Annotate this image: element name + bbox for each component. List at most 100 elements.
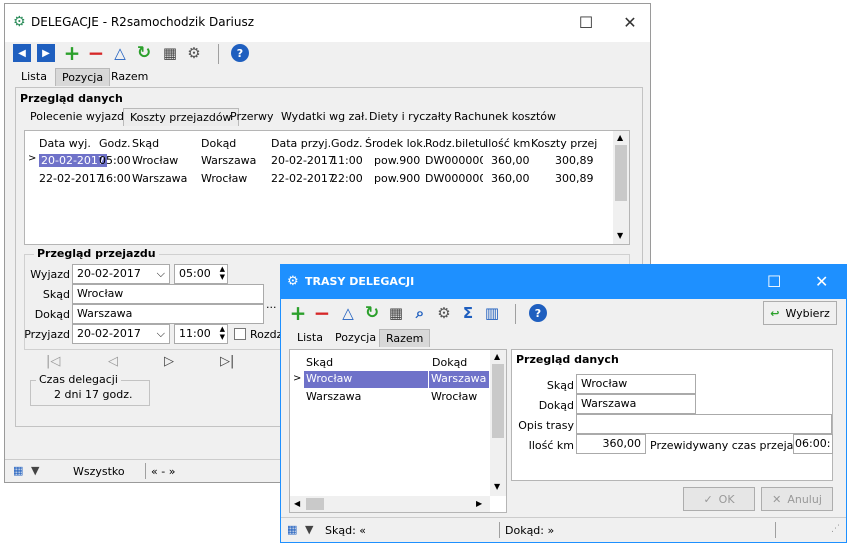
nav-prev-icon[interactable]: ◁ xyxy=(108,354,118,369)
chevron-down-icon[interactable]: ⌵ xyxy=(157,327,165,341)
details-czas-field[interactable]: 06:00: xyxy=(793,434,833,454)
delete-icon[interactable]: − xyxy=(313,301,331,325)
list-hscrollbar[interactable]: ◀ ▶ xyxy=(290,496,490,512)
dokad-value: Warszawa xyxy=(77,307,133,320)
col-koszty[interactable]: Koszty przej xyxy=(531,137,597,150)
help-icon[interactable]: ? xyxy=(529,304,547,322)
tab-pozycja[interactable]: Pozycja xyxy=(55,68,111,86)
details-km-field[interactable]: 360,00 xyxy=(576,434,646,454)
nav-first-icon[interactable]: |◁ xyxy=(46,354,60,369)
nav-next-icon[interactable]: ▷ xyxy=(164,354,174,369)
prev-record-icon[interactable]: ◀ xyxy=(13,44,31,62)
add-icon[interactable]: + xyxy=(63,41,81,65)
spinner-icon[interactable]: ▲ ▼ xyxy=(220,265,225,281)
ok-button[interactable]: ✓ OK xyxy=(683,487,755,511)
settings-icon[interactable]: ⚙ xyxy=(435,304,453,322)
refresh-icon[interactable]: ↻ xyxy=(135,43,153,63)
list-item[interactable]: Wrocław Warszawa xyxy=(304,371,490,388)
edit-icon[interactable]: △ xyxy=(111,44,129,62)
status-skad: Skąd: « xyxy=(325,524,367,537)
grid-icon[interactable]: ▦ xyxy=(13,464,23,477)
row1-koszty: 300,89 xyxy=(555,154,594,167)
maximize-button[interactable]: ☐ xyxy=(575,12,597,34)
details-km-label: Ilość km xyxy=(528,439,574,452)
details-opis-field[interactable] xyxy=(576,414,832,434)
scroll-up-icon[interactable]: ▲ xyxy=(617,133,623,142)
subtab-przerwy[interactable]: Przerwy xyxy=(224,108,280,126)
col-data-wyj[interactable]: Data wyj. xyxy=(39,137,91,150)
col-data-przyj[interactable]: Data przyj. xyxy=(271,137,331,150)
dialog-tab-pozycja[interactable]: Pozycja xyxy=(329,329,382,347)
sum-icon[interactable]: Σ xyxy=(459,304,477,322)
dialog-maximize-button[interactable]: ☐ xyxy=(767,272,781,291)
help-icon[interactable]: ? xyxy=(231,44,249,62)
scroll-down-icon[interactable]: ▼ xyxy=(617,231,623,240)
delete-icon[interactable]: − xyxy=(87,41,105,65)
wybierz-button[interactable]: ↩ Wybierz xyxy=(763,301,837,325)
scroll-thumb[interactable] xyxy=(615,145,627,201)
list-item[interactable]: Warszawa Wrocław xyxy=(304,389,490,406)
refresh-icon[interactable]: ↻ xyxy=(363,303,381,323)
dialog-tab-lista[interactable]: Lista xyxy=(291,329,329,347)
resize-grip-icon[interactable]: ⋰ xyxy=(831,524,840,534)
dialog-tab-razem[interactable]: Razem xyxy=(379,329,431,347)
scroll-up-icon[interactable]: ▲ xyxy=(494,352,500,361)
scroll-left-icon[interactable]: ◀ xyxy=(294,499,300,508)
col-skad[interactable]: Skąd xyxy=(306,356,333,369)
dialog-app-icon: ⚙ xyxy=(287,274,299,289)
subtab-polecenie[interactable]: Polecenie wyjazdu xyxy=(24,108,137,126)
col-dokad[interactable]: Dokąd xyxy=(432,356,467,369)
col-godz2[interactable]: Godz. xyxy=(331,137,363,150)
spinner-icon[interactable]: ▲ ▼ xyxy=(220,325,225,341)
list-scrollbar[interactable]: ▲ ▼ xyxy=(490,350,506,496)
scroll-right-icon[interactable]: ▶ xyxy=(476,499,482,508)
tab-lista[interactable]: Lista xyxy=(15,68,53,86)
skad-field[interactable]: Wrocław xyxy=(72,284,264,304)
anuluj-button[interactable]: ✕ Anuluj xyxy=(761,487,833,511)
table-scrollbar[interactable]: ▲ ▼ xyxy=(613,131,629,244)
ellipsis-button[interactable]: ... xyxy=(266,298,277,311)
wyjazd-time-field[interactable]: 05:00 ▲ ▼ xyxy=(174,264,228,284)
scroll-down-icon[interactable]: ▼ xyxy=(494,482,500,491)
col-skad[interactable]: Skąd xyxy=(132,137,159,150)
subtab-koszty[interactable]: Koszty przejazdów xyxy=(123,108,239,126)
row1-srodek: pow.900 xyxy=(374,154,421,167)
subtab-diety[interactable]: Diety i ryczałty xyxy=(363,108,458,126)
hscroll-thumb[interactable] xyxy=(306,498,324,510)
przyjazd-date-field[interactable]: 20-02-2017 ⌵ xyxy=(72,324,170,344)
filter-icon[interactable]: ▼ xyxy=(305,523,313,536)
settings-icon[interactable]: ⚙ xyxy=(185,44,203,62)
edit-icon[interactable]: △ xyxy=(339,304,357,322)
col-ilosc-km[interactable]: Ilość km xyxy=(485,137,530,150)
col-dokad[interactable]: Dokąd xyxy=(201,137,236,150)
przyjazd-time-field[interactable]: 11:00 ▲ ▼ xyxy=(174,324,228,344)
print-icon[interactable]: ▦ xyxy=(161,44,179,62)
next-record-icon[interactable]: ▶ xyxy=(37,44,55,62)
dokad-field[interactable]: Warszawa xyxy=(72,304,264,324)
rozdz-checkbox[interactable] xyxy=(234,328,246,340)
section-title: Przegląd danych xyxy=(20,92,123,105)
col-godz[interactable]: Godz. xyxy=(99,137,131,150)
tab-razem[interactable]: Razem xyxy=(105,68,154,86)
table-row[interactable]: 20-02-2017 05:00 Wrocław Warszawa 20-02-… xyxy=(25,152,595,169)
filter-icon[interactable]: ▼ xyxy=(31,464,39,477)
subtab-wydatki[interactable]: Wydatki wg zał. xyxy=(275,108,374,126)
scroll-thumb[interactable] xyxy=(492,364,504,438)
subtab-rachunek[interactable]: Rachunek kosztów xyxy=(448,108,562,126)
details-skad-field[interactable]: Wrocław xyxy=(576,374,696,394)
dialog-close-button[interactable]: ✕ xyxy=(815,272,828,291)
columns-icon[interactable]: ▥ xyxy=(483,304,501,322)
table-row[interactable]: 22-02-2017 16:00 Warszawa Wrocław 22-02-… xyxy=(25,170,595,187)
col-srodek[interactable]: Środek lok. xyxy=(365,137,426,150)
close-button[interactable]: ✕ xyxy=(619,12,641,34)
toolbar-separator xyxy=(218,44,219,64)
grid-icon[interactable]: ▦ xyxy=(287,523,297,536)
print-icon[interactable]: ▦ xyxy=(387,304,405,322)
search-icon[interactable]: ⌕ xyxy=(411,304,429,322)
add-icon[interactable]: + xyxy=(289,301,307,325)
chevron-down-icon[interactable]: ⌵ xyxy=(157,267,165,281)
wyjazd-date-field[interactable]: 20-02-2017 ⌵ xyxy=(72,264,170,284)
nav-last-icon[interactable]: ▷| xyxy=(220,354,234,369)
col-rodz-biletu[interactable]: Rodz.biletu xyxy=(425,137,486,150)
details-dokad-field[interactable]: Warszawa xyxy=(576,394,696,414)
